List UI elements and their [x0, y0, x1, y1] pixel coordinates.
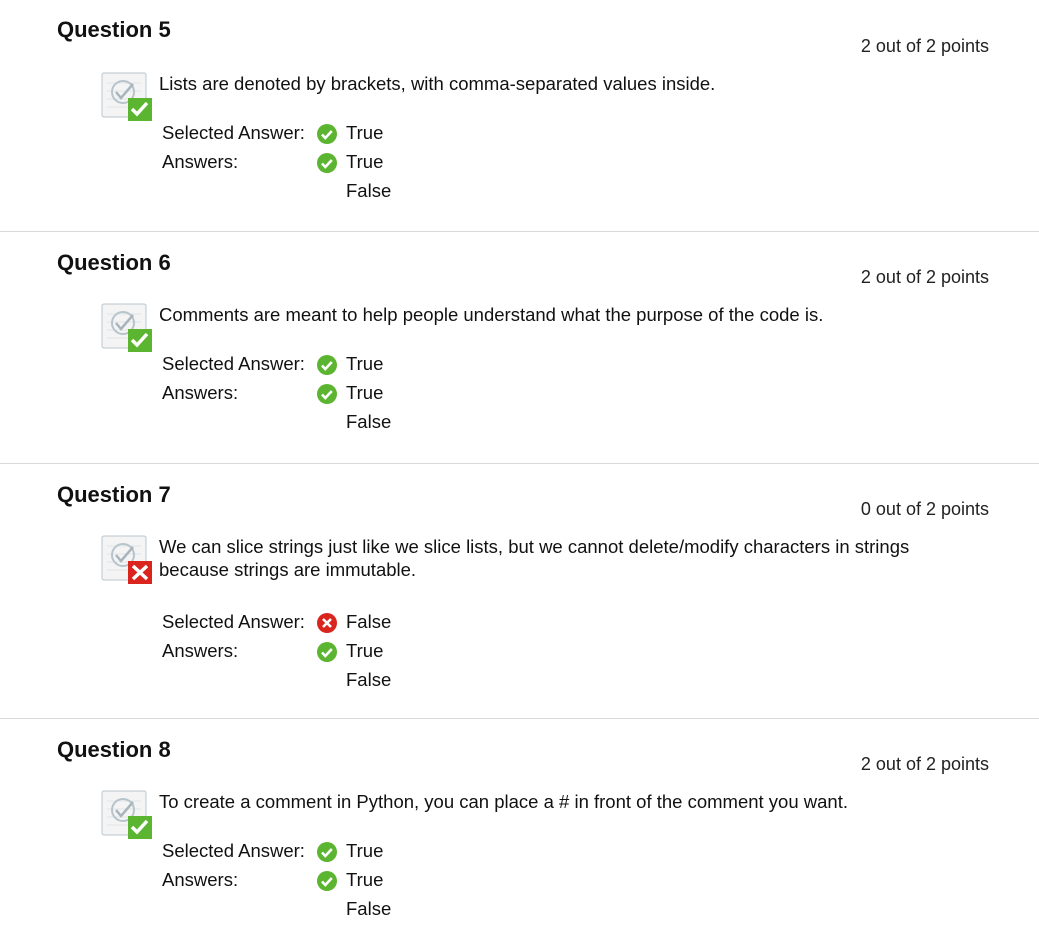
divider: [0, 231, 1039, 232]
correct-check-icon: [317, 642, 337, 662]
correct-check-icon: [317, 871, 337, 891]
question-points: 0 out of 2 points: [860, 499, 989, 519]
selected-answer-value: True: [346, 353, 384, 374]
question-text: To create a comment in Python, you can p…: [159, 791, 848, 812]
divider: [0, 718, 1039, 719]
other-answer-value: False: [346, 411, 392, 432]
answers-label: Answers:: [162, 382, 239, 403]
correct-check-icon: [101, 303, 152, 352]
correct-check-icon: [101, 790, 152, 839]
other-answer-value: False: [346, 180, 392, 201]
correct-check-icon: [317, 842, 337, 862]
correct-check-icon: [101, 72, 152, 121]
other-answer-value: False: [346, 669, 392, 690]
correct-answer-value: True: [346, 640, 384, 661]
question-title: Question 8: [57, 737, 171, 762]
question-title: Question 6: [57, 250, 171, 275]
question-block: Question 5 2 out of 2 points Lists are d…: [0, 0, 1039, 231]
incorrect-x-icon: [317, 613, 337, 633]
question-points: 2 out of 2 points: [860, 36, 989, 56]
incorrect-x-icon: [101, 535, 152, 584]
answers-label: Answers:: [162, 151, 239, 172]
selected-answer-label: Selected Answer:: [162, 353, 305, 374]
correct-check-icon: [317, 124, 337, 144]
selected-answer-value: False: [346, 611, 392, 632]
question-points: 2 out of 2 points: [860, 267, 989, 287]
correct-answer-value: True: [346, 151, 384, 172]
selected-answer-value: True: [346, 122, 384, 143]
divider: [0, 463, 1039, 464]
question-text: Lists are denoted by brackets, with comm…: [159, 73, 716, 94]
selected-answer-label: Selected Answer:: [162, 840, 305, 861]
correct-answer-value: True: [346, 382, 384, 403]
selected-answer-label: Selected Answer:: [162, 122, 305, 143]
question-text: Comments are meant to help people unders…: [159, 304, 824, 325]
answers-label: Answers:: [162, 869, 239, 890]
answers-label: Answers:: [162, 640, 239, 661]
selected-answer-label: Selected Answer:: [162, 611, 305, 632]
selected-answer-value: True: [346, 840, 384, 861]
question-block: Question 8 2 out of 2 points To create a…: [0, 718, 1039, 943]
other-answer-value: False: [346, 898, 392, 919]
question-points: 2 out of 2 points: [860, 754, 989, 774]
question-text: We can slice strings just like we slice …: [159, 536, 910, 580]
correct-check-icon: [317, 384, 337, 404]
question-title: Question 5: [57, 17, 171, 42]
question-block: Question 7 0 out of 2 points We can slic…: [0, 463, 1039, 718]
correct-check-icon: [317, 355, 337, 375]
question-title: Question 7: [57, 482, 171, 507]
question-block: Question 6 2 out of 2 points Comments ar…: [0, 231, 1039, 463]
correct-check-icon: [317, 153, 337, 173]
correct-answer-value: True: [346, 869, 384, 890]
